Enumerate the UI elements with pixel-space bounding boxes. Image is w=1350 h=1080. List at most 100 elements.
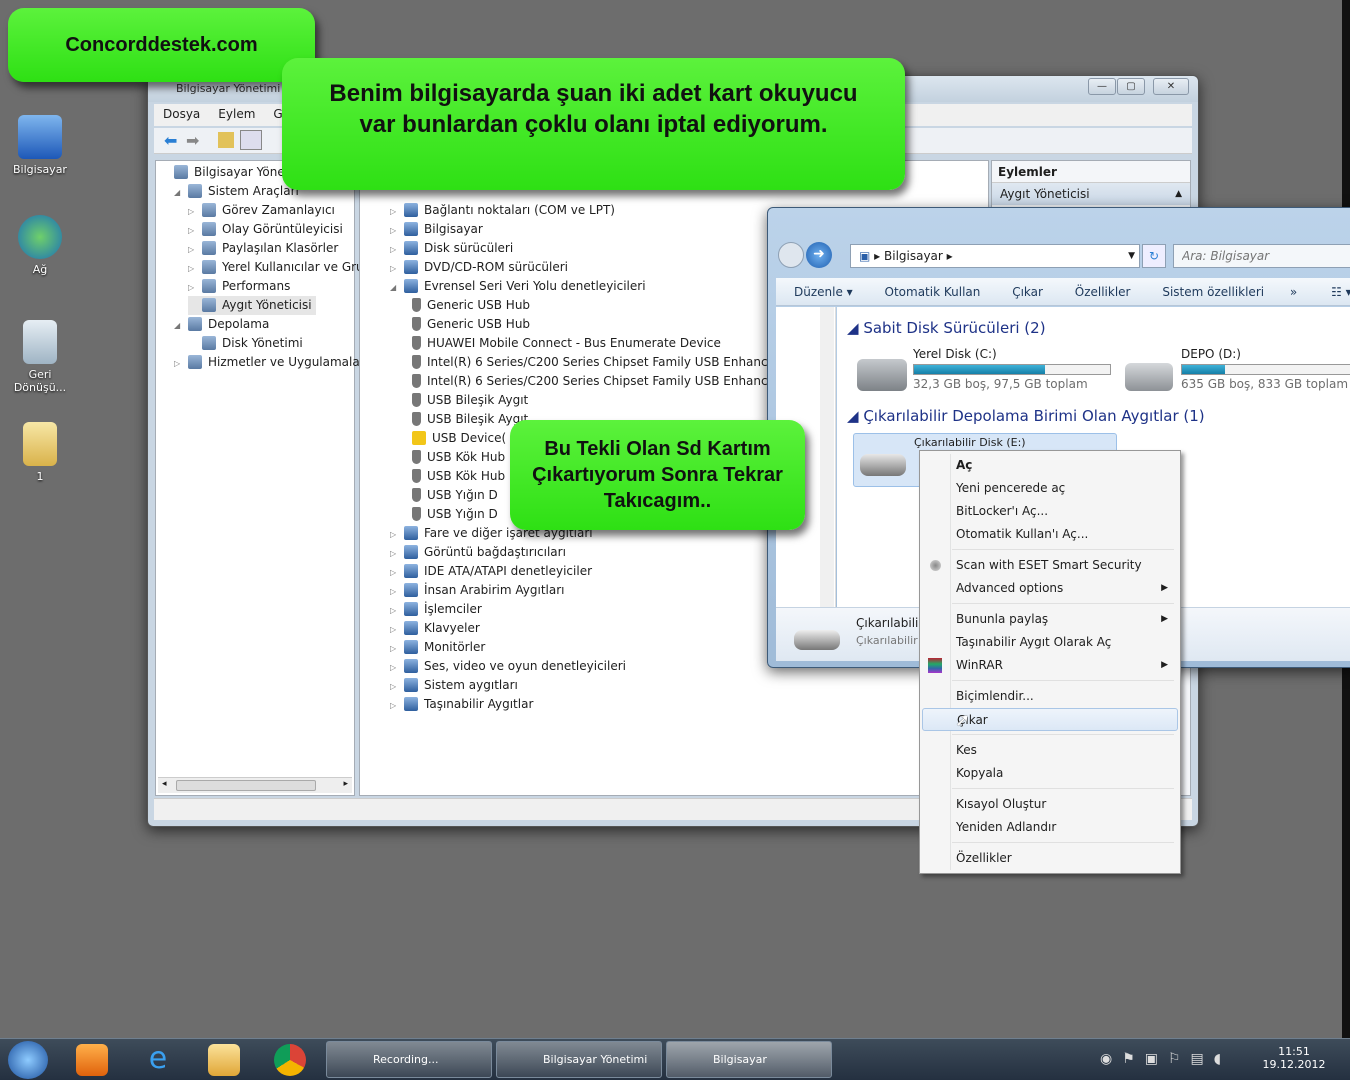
- system-properties-button[interactable]: Sistem özellikleri: [1162, 285, 1264, 299]
- device-tree-item[interactable]: ▷ Taşınabilir Aygıtlar: [390, 695, 533, 714]
- horizontal-scrollbar[interactable]: ◂ ▸: [158, 777, 352, 793]
- tree-item[interactable]: Disk Yönetimi: [188, 334, 303, 353]
- properties-button[interactable]: Özellikler: [1075, 285, 1131, 299]
- mail-icon[interactable]: [208, 1044, 240, 1076]
- device-tree-item[interactable]: HUAWEI Mobile Connect - Bus Enumerate De…: [412, 334, 721, 353]
- expand-icon[interactable]: ▷: [390, 620, 400, 639]
- context-menu-item[interactable]: Biçimlendir...: [922, 685, 1178, 708]
- context-menu-item[interactable]: WinRAR ▶: [922, 654, 1178, 677]
- device-tree-item[interactable]: ▷ Bağlantı noktaları (COM ve LPT): [390, 201, 615, 220]
- show-hide-tree-icon[interactable]: [240, 130, 262, 150]
- internet-explorer-icon[interactable]: e: [142, 1044, 174, 1076]
- expand-icon[interactable]: ▷: [390, 601, 400, 620]
- context-menu-item[interactable]: Otomatik Kullan'ı Aç...: [922, 523, 1178, 546]
- expand-icon[interactable]: ▷: [188, 259, 198, 278]
- device-tree-item[interactable]: USB Device(: [412, 429, 506, 448]
- eject-button[interactable]: Çıkar: [1012, 285, 1043, 299]
- close-button[interactable]: ✕: [1153, 78, 1189, 95]
- taskbar-button-computer[interactable]: Bilgisayar: [666, 1041, 832, 1078]
- menu-dosya[interactable]: Dosya: [154, 104, 209, 124]
- address-dropdown-icon[interactable]: ▼: [1128, 245, 1135, 267]
- device-tree-item[interactable]: ▷ Ses, video ve oyun denetleyicileri: [390, 657, 626, 676]
- tree-item[interactable]: ▷ Paylaşılan Klasörler: [188, 239, 338, 258]
- expand-icon[interactable]: ▷: [390, 677, 400, 696]
- chrome-icon[interactable]: [274, 1044, 306, 1076]
- minimize-button[interactable]: —: [1088, 78, 1116, 95]
- expand-icon[interactable]: ▷: [390, 240, 400, 259]
- tree-item[interactable]: Aygıt Yöneticisi: [188, 296, 316, 315]
- system-tray-icons[interactable]: ◉⚑▣⚐▤◖: [1100, 1051, 1231, 1067]
- context-menu-item[interactable]: Taşınabilir Aygıt Olarak Aç: [922, 631, 1178, 654]
- tree-item[interactable]: ▷ Hizmetler ve Uygulamalar: [174, 353, 365, 372]
- expand-icon[interactable]: ▷: [390, 582, 400, 601]
- device-tree-item[interactable]: USB Bileşik Aygıt: [412, 391, 528, 410]
- taskbar-button-computer-management[interactable]: Bilgisayar Yönetimi: [496, 1041, 662, 1078]
- device-tree-item[interactable]: USB Bileşik Aygıt: [412, 410, 528, 429]
- media-player-icon[interactable]: [76, 1044, 108, 1076]
- device-tree-item[interactable]: ▷ İnsan Arabirim Aygıtları: [390, 581, 565, 600]
- expand-icon[interactable]: ▷: [174, 354, 184, 373]
- tree-item[interactable]: ◢ Sistem Araçları: [174, 182, 299, 201]
- device-tree-item[interactable]: USB Yığın D: [412, 486, 498, 505]
- address-bar[interactable]: ▣ ▸ Bilgisayar ▸ ▼: [850, 244, 1140, 268]
- tree-item[interactable]: ◢ Depolama: [174, 315, 269, 334]
- back-button[interactable]: [778, 242, 804, 268]
- expand-icon[interactable]: ▷: [390, 525, 400, 544]
- device-tree-item[interactable]: USB Kök Hub: [412, 448, 505, 467]
- device-tree-item[interactable]: ▷ Disk sürücüleri: [390, 239, 513, 258]
- expand-icon[interactable]: ▷: [188, 221, 198, 240]
- desktop-icon-network[interactable]: Ağ: [8, 215, 72, 276]
- view-options-icon[interactable]: ☷ ▾: [1331, 285, 1350, 299]
- actions-section-device-manager[interactable]: Aygıt Yöneticisi ▲: [992, 183, 1190, 205]
- up-folder-icon[interactable]: [218, 132, 234, 148]
- expand-icon[interactable]: ◢: [174, 316, 184, 335]
- device-tree-item[interactable]: ▷ Bilgisayar: [390, 220, 483, 239]
- device-tree-item[interactable]: Generic USB Hub: [412, 315, 530, 334]
- context-menu-item[interactable]: Scan with ESET Smart Security: [922, 554, 1178, 577]
- context-menu-item[interactable]: Aç: [922, 454, 1178, 477]
- drive-c[interactable]: Yerel Disk (C:) 32,3 GB boş, 97,5 GB top…: [913, 347, 1111, 391]
- device-tree-item[interactable]: Intel(R) 6 Series/C200 Series Chipset Fa…: [412, 372, 783, 391]
- context-menu-item[interactable]: Advanced options ▶: [922, 577, 1178, 600]
- context-menu-item[interactable]: Yeni pencerede aç: [922, 477, 1178, 500]
- breadcrumb-computer[interactable]: Bilgisayar: [884, 249, 943, 263]
- device-tree-item[interactable]: ▷ Görüntü bağdaştırıcıları: [390, 543, 566, 562]
- expand-icon[interactable]: ▷: [390, 259, 400, 278]
- context-menu-item[interactable]: Özellikler: [922, 847, 1178, 870]
- device-tree-item[interactable]: ▷ Klavyeler: [390, 619, 480, 638]
- expand-icon[interactable]: ▷: [188, 202, 198, 221]
- device-tree-item[interactable]: USB Yığın D: [412, 505, 498, 524]
- taskbar-button-recording[interactable]: Recording...: [326, 1041, 492, 1078]
- device-tree-item[interactable]: ▷ IDE ATA/ATAPI denetleyiciler: [390, 562, 592, 581]
- refresh-button[interactable]: ↻: [1142, 244, 1166, 268]
- device-tree-item[interactable]: ◢ Evrensel Seri Veri Yolu denetleyicileri: [390, 277, 646, 296]
- context-menu-item[interactable]: Kısayol Oluştur: [922, 793, 1178, 816]
- more-commands-button[interactable]: »: [1290, 285, 1297, 299]
- expand-icon[interactable]: ▷: [390, 544, 400, 563]
- expand-icon[interactable]: ▷: [390, 696, 400, 715]
- scrollbar-thumb[interactable]: [176, 780, 316, 791]
- device-tree-item[interactable]: Intel(R) 6 Series/C200 Series Chipset Fa…: [412, 353, 783, 372]
- expand-icon[interactable]: ▷: [188, 240, 198, 259]
- back-icon[interactable]: ⬅: [164, 131, 177, 150]
- context-menu-item[interactable]: Kopyala: [922, 762, 1178, 785]
- context-menu-item[interactable]: Yeniden Adlandır: [922, 816, 1178, 839]
- expand-icon[interactable]: ▷: [390, 202, 400, 221]
- expand-icon[interactable]: ◢: [390, 278, 400, 297]
- expand-icon[interactable]: ▷: [390, 639, 400, 658]
- maximize-button[interactable]: ▢: [1117, 78, 1145, 95]
- group-header-removable[interactable]: ◢ Çıkarılabilir Depolama Birimi Olan Ayg…: [847, 407, 1205, 425]
- device-tree-item[interactable]: USB Kök Hub: [412, 467, 505, 486]
- desktop-icon-computer[interactable]: Bilgisayar: [8, 115, 72, 176]
- scroll-left-icon[interactable]: ◂: [162, 779, 167, 789]
- nav-scrollbar[interactable]: [820, 307, 834, 607]
- menu-eylem[interactable]: Eylem: [209, 104, 264, 124]
- scroll-right-icon[interactable]: ▸: [343, 779, 348, 789]
- expand-icon[interactable]: ▷: [390, 221, 400, 240]
- context-menu-item[interactable]: BitLocker'ı Aç...: [922, 500, 1178, 523]
- clock[interactable]: 11:51 19.12.2012: [1262, 1045, 1326, 1071]
- desktop-icon-folder[interactable]: 1: [8, 422, 72, 483]
- device-tree-item[interactable]: ▷ DVD/CD-ROM sürücüleri: [390, 258, 568, 277]
- forward-icon[interactable]: ➡: [186, 131, 199, 150]
- start-button[interactable]: [8, 1041, 48, 1079]
